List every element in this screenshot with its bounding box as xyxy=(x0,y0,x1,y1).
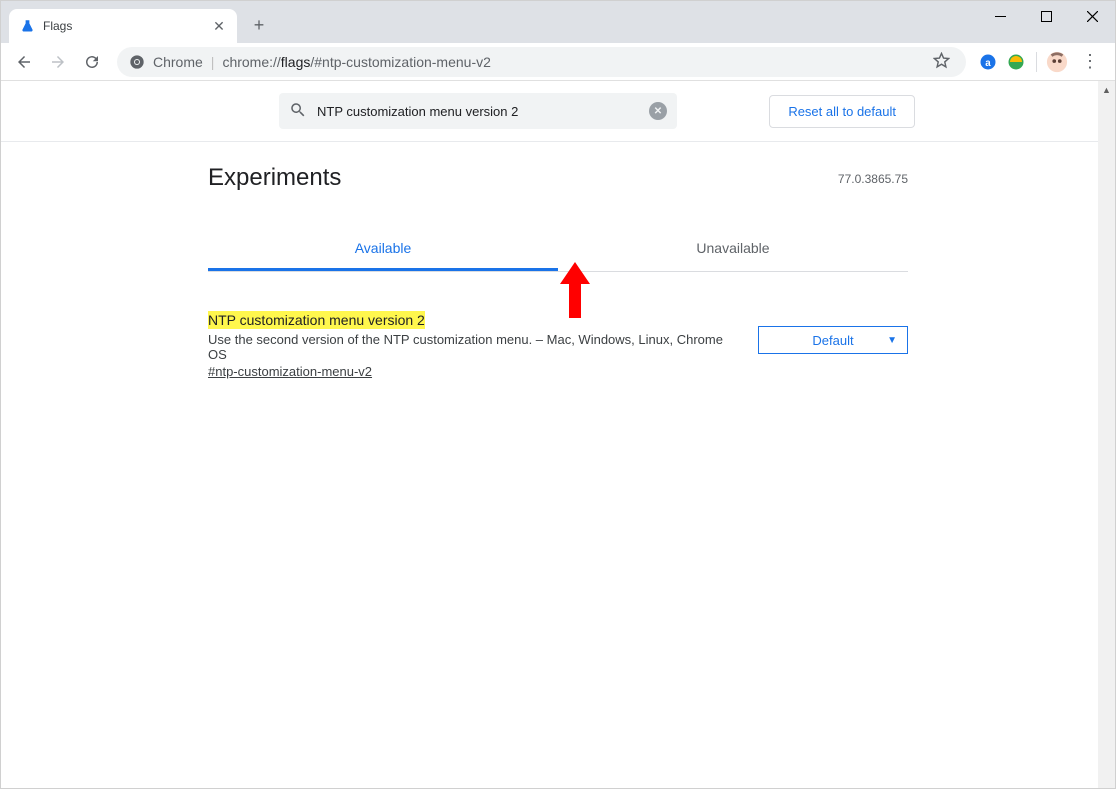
minimize-button[interactable] xyxy=(977,1,1023,31)
clear-search-icon[interactable]: ✕ xyxy=(649,102,667,120)
extension-icon-2[interactable] xyxy=(1004,50,1028,74)
close-window-button[interactable] xyxy=(1069,1,1115,31)
tab-title: Flags xyxy=(43,19,203,33)
url-prefix: chrome:// xyxy=(222,54,280,70)
browser-tab[interactable]: Flags ✕ xyxy=(9,9,237,43)
svg-text:a: a xyxy=(985,57,991,68)
address-bar[interactable]: Chrome | chrome://flags/#ntp-customizati… xyxy=(117,47,966,77)
flags-search-box[interactable]: NTP customization menu version 2 ✕ xyxy=(279,93,677,129)
flag-anchor-link[interactable]: #ntp-customization-menu-v2 xyxy=(208,364,372,379)
omnibox-url: chrome://flags/#ntp-customization-menu-v… xyxy=(222,54,921,70)
page-title: Experiments xyxy=(208,164,908,192)
reset-all-button[interactable]: Reset all to default xyxy=(769,95,915,128)
scrollbar-up-icon[interactable]: ▲ xyxy=(1098,81,1115,98)
new-tab-button[interactable]: + xyxy=(245,11,273,39)
search-input-value: NTP customization menu version 2 xyxy=(317,104,639,119)
flags-body: Experiments 77.0.3865.75 Available Unava… xyxy=(208,142,908,379)
back-button[interactable] xyxy=(9,47,39,77)
flag-result-item: NTP customization menu version 2 Use the… xyxy=(208,312,908,379)
url-suffix: /#ntp-customization-menu-v2 xyxy=(310,54,491,70)
chrome-version: 77.0.3865.75 xyxy=(838,172,908,186)
kebab-menu-icon[interactable]: ⋮ xyxy=(1073,51,1107,72)
flag-description: Use the second version of the NTP custom… xyxy=(208,332,738,362)
tab-unavailable[interactable]: Unavailable xyxy=(558,228,908,271)
separator xyxy=(1036,52,1037,72)
vertical-scrollbar[interactable]: ▲ xyxy=(1098,81,1115,788)
chevron-down-icon: ▼ xyxy=(887,335,897,346)
forward-button[interactable] xyxy=(43,47,73,77)
search-icon xyxy=(289,101,307,122)
omnibox-separator: | xyxy=(211,54,215,70)
tab-available[interactable]: Available xyxy=(208,228,558,271)
close-tab-icon[interactable]: ✕ xyxy=(211,18,227,34)
flask-icon xyxy=(19,18,35,34)
flag-select-wrap: Default ▼ xyxy=(758,312,908,379)
flag-select-value: Default xyxy=(812,333,853,348)
omnibox-scheme-label: Chrome xyxy=(153,54,203,70)
flags-tabs: Available Unavailable xyxy=(208,228,908,272)
profile-avatar[interactable] xyxy=(1045,50,1069,74)
maximize-button[interactable] xyxy=(1023,1,1069,31)
extension-icon-1[interactable]: a xyxy=(976,50,1000,74)
bookmark-star-icon[interactable] xyxy=(929,52,954,72)
browser-toolbar: Chrome | chrome://flags/#ntp-customizati… xyxy=(1,43,1115,81)
reload-button[interactable] xyxy=(77,47,107,77)
window-titlebar: Flags ✕ + xyxy=(1,1,1115,43)
flag-state-dropdown[interactable]: Default ▼ xyxy=(758,326,908,354)
chrome-icon xyxy=(129,54,145,70)
page-content: NTP customization menu version 2 ✕ Reset… xyxy=(1,81,1115,788)
window-controls xyxy=(977,1,1115,31)
flag-title: NTP customization menu version 2 xyxy=(208,311,425,329)
flag-text-block: NTP customization menu version 2 Use the… xyxy=(208,312,738,379)
url-host: flags xyxy=(281,54,311,70)
flags-header: NTP customization menu version 2 ✕ Reset… xyxy=(1,81,1115,142)
